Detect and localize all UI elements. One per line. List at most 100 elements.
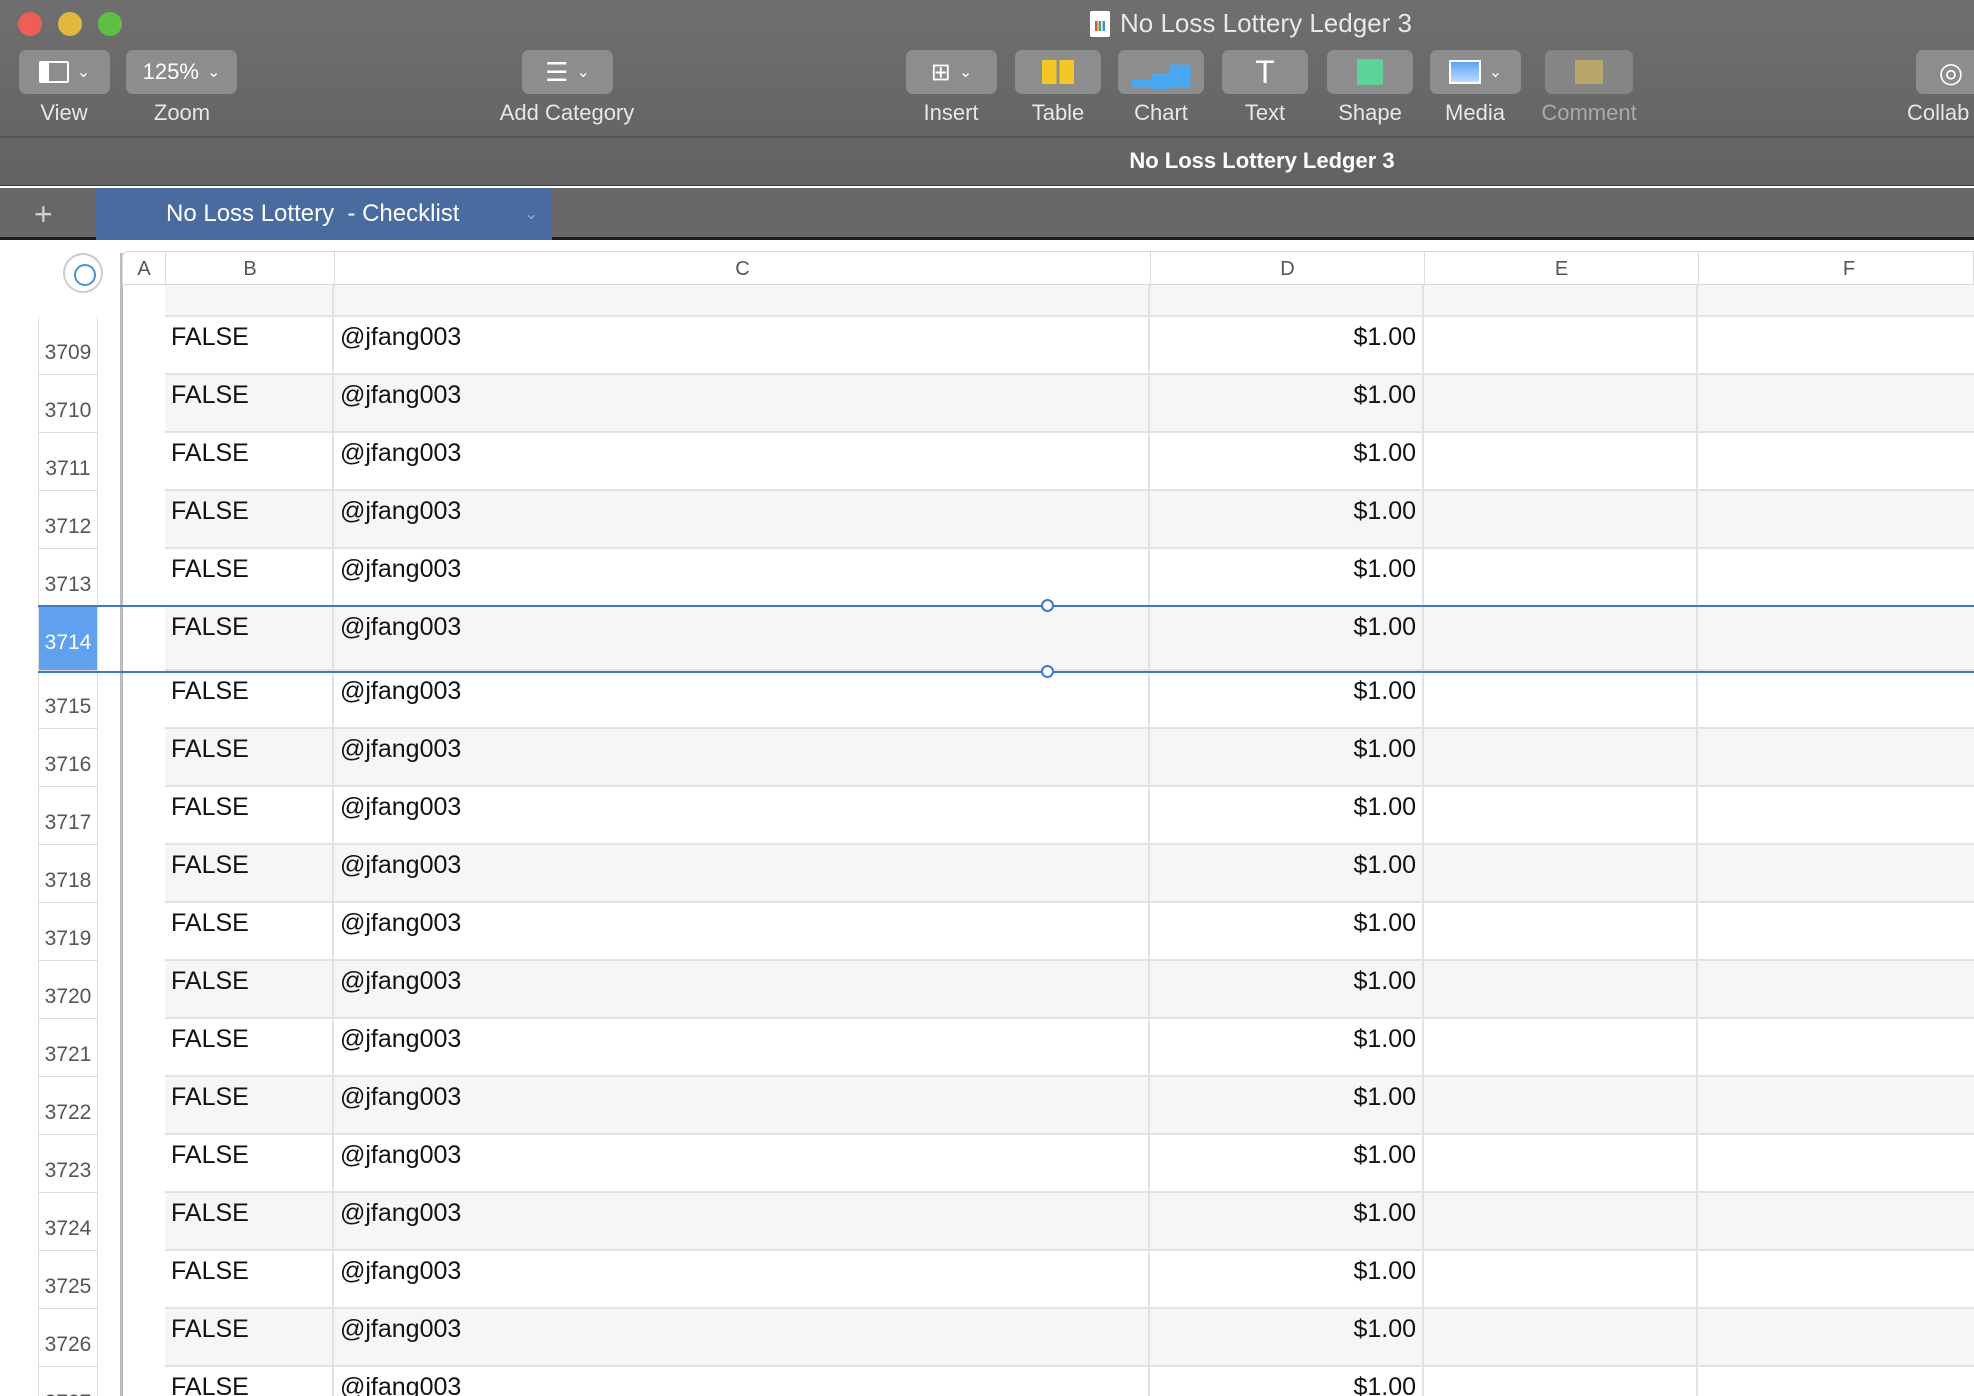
- cell-f[interactable]: [1698, 375, 1974, 431]
- cell-b[interactable]: FALSE: [165, 317, 334, 373]
- cell-c[interactable]: @jfang003: [334, 787, 1150, 843]
- row-header[interactable]: 3709: [38, 317, 98, 375]
- cell-c[interactable]: @jfang003: [334, 1019, 1150, 1075]
- cell-f[interactable]: [1698, 903, 1974, 959]
- close-button[interactable]: [18, 12, 42, 36]
- cell-f[interactable]: [1698, 671, 1974, 727]
- cell-d[interactable]: $1.00: [1150, 729, 1424, 785]
- row-header[interactable]: 3717: [38, 787, 98, 845]
- row-header[interactable]: 3711: [38, 433, 98, 491]
- row-header[interactable]: 3713: [38, 549, 98, 607]
- text-button[interactable]: T: [1222, 50, 1308, 94]
- add-category-button[interactable]: ☰ ⌄: [522, 50, 613, 94]
- chevron-down-icon[interactable]: ⌄: [525, 204, 538, 224]
- cell-e[interactable]: [1424, 491, 1698, 547]
- cell-b[interactable]: FALSE: [165, 375, 334, 431]
- row-header[interactable]: 3716: [38, 729, 98, 787]
- column-header-e[interactable]: E: [1425, 252, 1699, 286]
- cell-b[interactable]: FALSE: [165, 671, 334, 727]
- column-header-f[interactable]: F: [1699, 252, 1974, 286]
- cell-c[interactable]: @jfang003: [334, 1367, 1150, 1396]
- comment-button[interactable]: [1545, 50, 1633, 94]
- row-header[interactable]: 3724: [38, 1193, 98, 1251]
- cell-c[interactable]: @jfang003: [334, 671, 1150, 727]
- row-header[interactable]: 3721: [38, 1019, 98, 1077]
- cell-d[interactable]: $1.00: [1150, 317, 1424, 373]
- cell-e[interactable]: [1424, 1251, 1698, 1307]
- cell-b[interactable]: FALSE: [165, 1077, 334, 1133]
- cell-f[interactable]: [1698, 1309, 1974, 1365]
- cell-d[interactable]: $1.00: [1150, 903, 1424, 959]
- cell-b[interactable]: FALSE: [165, 433, 334, 489]
- row-header[interactable]: 3727: [38, 1367, 98, 1396]
- media-button[interactable]: ⌄: [1430, 50, 1521, 94]
- cell-c[interactable]: @jfang003: [334, 1309, 1150, 1365]
- shape-button[interactable]: [1327, 50, 1413, 94]
- add-sheet-button[interactable]: +: [34, 196, 53, 233]
- cell-f[interactable]: [1698, 1251, 1974, 1307]
- row-header[interactable]: 3712: [38, 491, 98, 549]
- cell-e[interactable]: [1424, 433, 1698, 489]
- row-header[interactable]: 3710: [38, 375, 98, 433]
- cell-d[interactable]: $1.00: [1150, 671, 1424, 727]
- cell-c[interactable]: @jfang003: [334, 729, 1150, 785]
- column-header-c[interactable]: C: [335, 252, 1151, 286]
- cell-e[interactable]: [1424, 375, 1698, 431]
- cell-c[interactable]: @jfang003: [334, 549, 1150, 605]
- cell-b[interactable]: FALSE: [165, 549, 334, 605]
- cell-f[interactable]: [1698, 729, 1974, 785]
- view-button[interactable]: ⌄: [19, 50, 110, 94]
- cell-f[interactable]: [1698, 1367, 1974, 1396]
- chart-button[interactable]: ▂▄▆: [1118, 50, 1204, 94]
- cell-d[interactable]: $1.00: [1150, 961, 1424, 1017]
- row-header[interactable]: 3715: [38, 671, 98, 729]
- cell-b[interactable]: FALSE: [165, 729, 334, 785]
- sheet-tab-checklist[interactable]: No Loss Lottery - Checklist ⌄: [96, 188, 552, 240]
- cell-f[interactable]: [1698, 1077, 1974, 1133]
- zoom-select[interactable]: 125% ⌄: [126, 50, 237, 94]
- cell-b[interactable]: FALSE: [165, 1019, 334, 1075]
- zoom-window-button[interactable]: [98, 12, 122, 36]
- cell-b[interactable]: FALSE: [165, 1251, 334, 1307]
- column-header-d[interactable]: D: [1151, 252, 1425, 286]
- cell-e[interactable]: [1424, 787, 1698, 843]
- cell-d[interactable]: $1.00: [1150, 1193, 1424, 1249]
- row-header[interactable]: 3720: [38, 961, 98, 1019]
- table-button[interactable]: [1015, 50, 1101, 94]
- cell-e[interactable]: [1424, 1019, 1698, 1075]
- cell-c[interactable]: @jfang003: [334, 845, 1150, 901]
- column-header-b[interactable]: B: [166, 252, 335, 286]
- cell-e[interactable]: [1424, 903, 1698, 959]
- cell-e[interactable]: [1424, 1077, 1698, 1133]
- cell-b[interactable]: FALSE: [165, 961, 334, 1017]
- minimize-button[interactable]: [58, 12, 82, 36]
- cell-d[interactable]: $1.00: [1150, 1309, 1424, 1365]
- cell-c[interactable]: @jfang003: [334, 1193, 1150, 1249]
- cell-c[interactable]: @jfang003: [334, 1251, 1150, 1307]
- selection-handle-bottom[interactable]: [1041, 665, 1054, 678]
- select-all-button[interactable]: [63, 253, 103, 293]
- cell-e[interactable]: [1424, 671, 1698, 727]
- cell-b[interactable]: FALSE: [165, 903, 334, 959]
- cell-d[interactable]: $1.00: [1150, 491, 1424, 547]
- cell-f[interactable]: [1698, 317, 1974, 373]
- cell-e[interactable]: [1424, 317, 1698, 373]
- cell-e[interactable]: [1424, 1367, 1698, 1396]
- cell-b[interactable]: FALSE: [165, 787, 334, 843]
- row-header[interactable]: 3723: [38, 1135, 98, 1193]
- insert-button[interactable]: ⊞ ⌄: [906, 50, 997, 94]
- cell-f[interactable]: [1698, 491, 1974, 547]
- cell-c[interactable]: @jfang003: [334, 433, 1150, 489]
- cell-b[interactable]: FALSE: [165, 491, 334, 547]
- cell-b[interactable]: FALSE: [165, 1135, 334, 1191]
- cell-f[interactable]: [1698, 961, 1974, 1017]
- cell-e[interactable]: [1424, 961, 1698, 1017]
- cell-f[interactable]: [1698, 549, 1974, 605]
- cell-d[interactable]: $1.00: [1150, 1367, 1424, 1396]
- cell-c[interactable]: @jfang003: [334, 961, 1150, 1017]
- cell-c[interactable]: @jfang003: [334, 317, 1150, 373]
- cell-e[interactable]: [1424, 1193, 1698, 1249]
- cell-d[interactable]: $1.00: [1150, 1019, 1424, 1075]
- cell-f[interactable]: [1698, 1135, 1974, 1191]
- cell-e[interactable]: [1424, 729, 1698, 785]
